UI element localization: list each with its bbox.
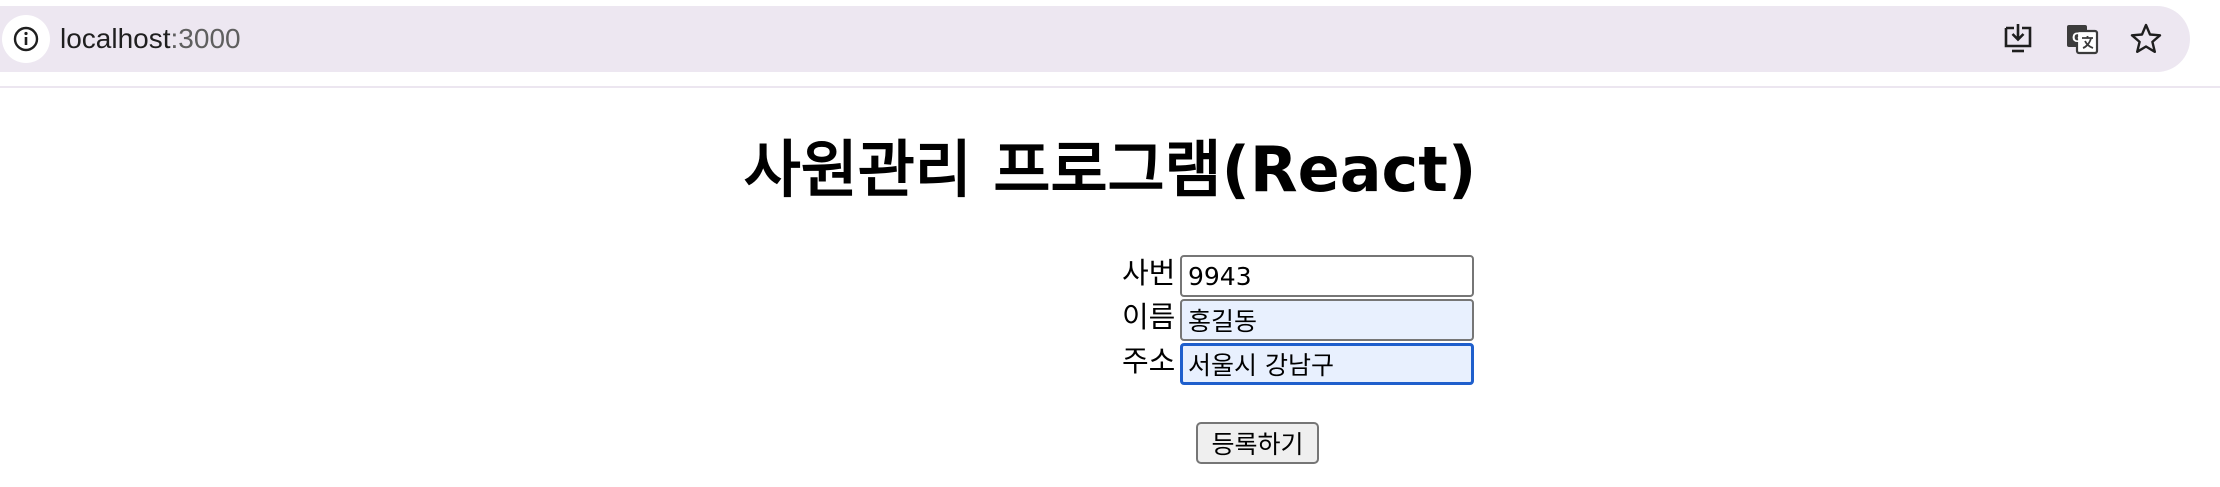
svg-text:G: G xyxy=(2072,29,2083,45)
install-app-icon[interactable] xyxy=(1996,17,2040,61)
address-input[interactable] xyxy=(1180,343,1474,385)
bookmark-star-icon[interactable] xyxy=(2124,17,2168,61)
address-bar[interactable]: localhost:3000 G xyxy=(0,6,2190,72)
form-row-address: 주소 xyxy=(1120,341,1520,385)
url-text[interactable]: localhost:3000 xyxy=(60,6,241,72)
name-input[interactable] xyxy=(1180,299,1474,341)
page-content: 사원관리 프로그램(React) 사번 이름 주소 등록하기 xyxy=(0,88,2220,487)
employee-id-input[interactable] xyxy=(1180,255,1474,297)
translate-icon[interactable]: G xyxy=(2060,17,2104,61)
employee-id-label: 사번 xyxy=(1122,256,1176,290)
browser-toolbar: localhost:3000 G xyxy=(0,0,2220,88)
url-host: localhost xyxy=(60,23,171,54)
page-title: 사원관리 프로그램(React) xyxy=(743,133,1477,206)
employee-form: 사번 이름 주소 xyxy=(1120,253,1520,385)
register-button[interactable]: 등록하기 xyxy=(1196,422,1319,464)
address-label: 주소 xyxy=(1122,344,1176,378)
site-info-icon[interactable] xyxy=(2,15,50,63)
url-port: :3000 xyxy=(170,23,241,54)
form-row-employee-id: 사번 xyxy=(1120,253,1520,297)
name-label: 이름 xyxy=(1122,300,1176,334)
form-row-name: 이름 xyxy=(1120,297,1520,341)
